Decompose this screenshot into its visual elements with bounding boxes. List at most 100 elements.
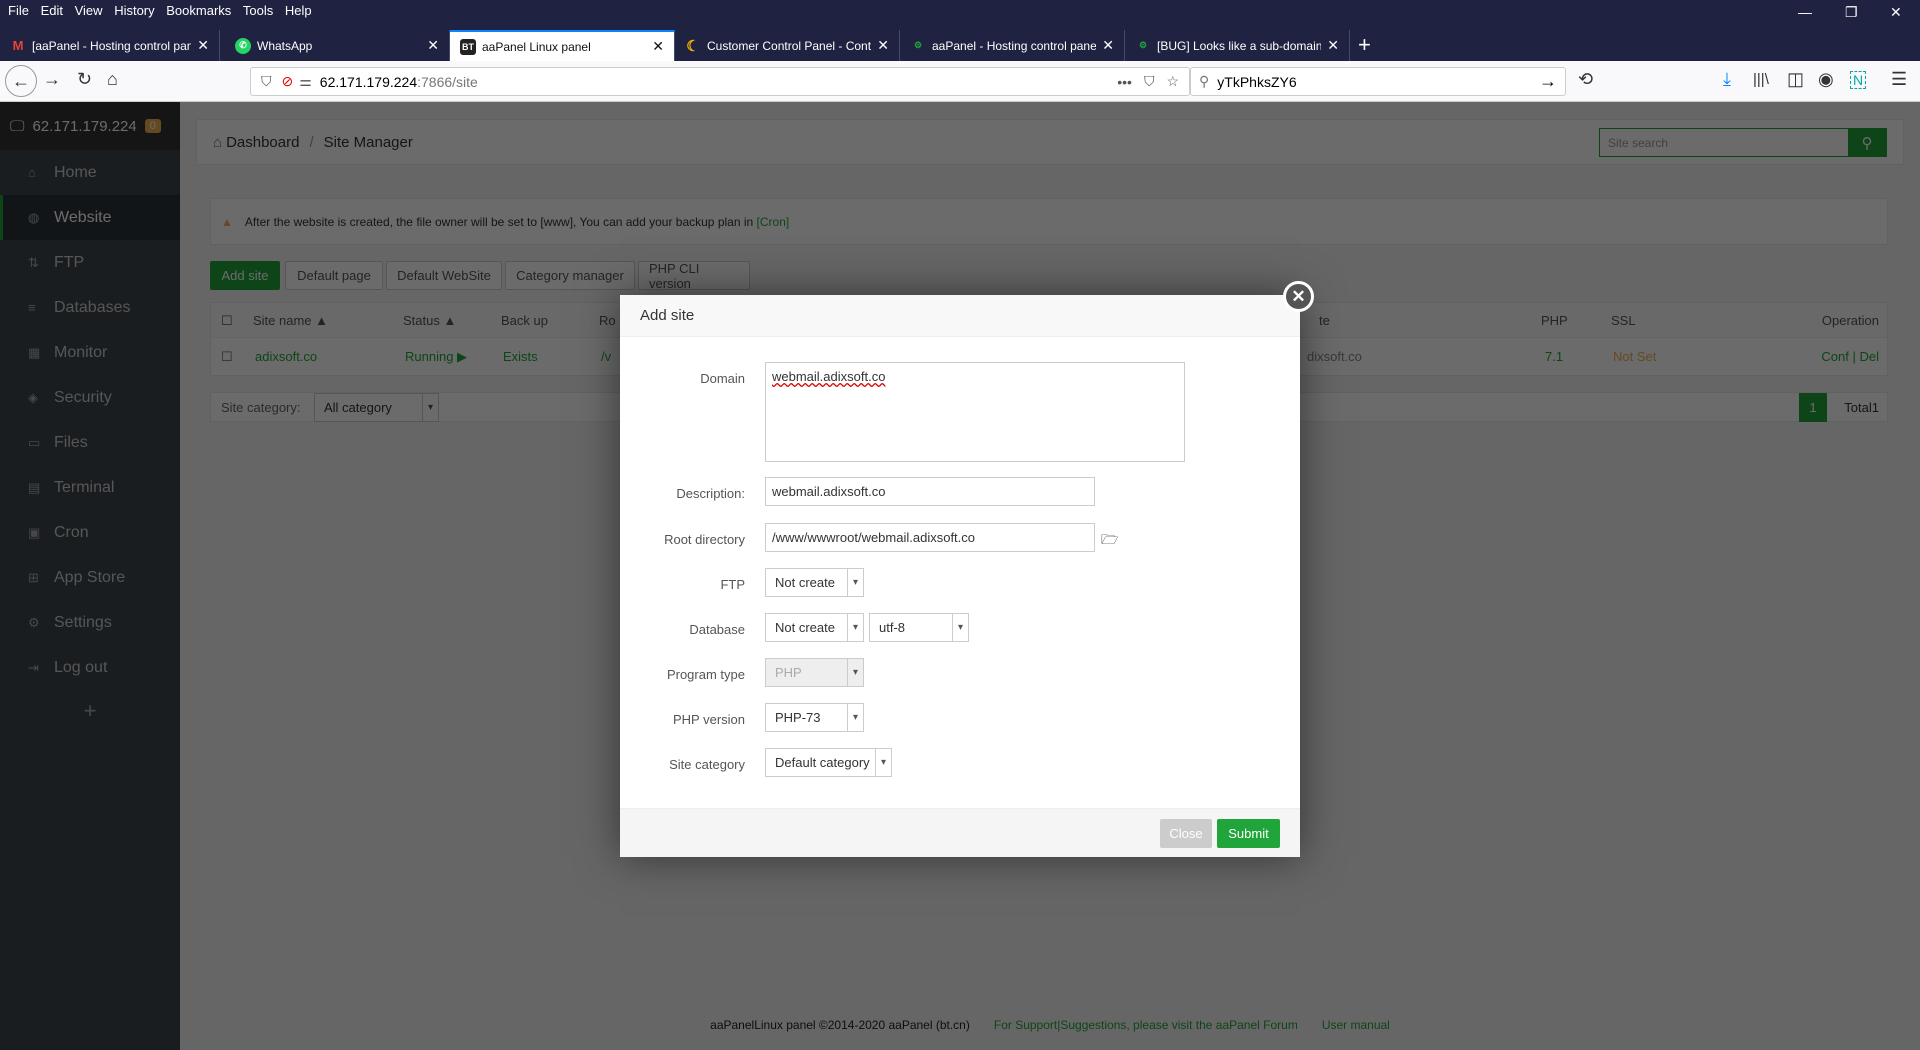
database-select[interactable]: Not create ▾ <box>765 613 864 642</box>
sidebar-item-files[interactable]: ▭ Files <box>0 420 180 465</box>
sidebar-item-ftp[interactable]: ⇅ FTP <box>0 240 180 285</box>
reload-button[interactable]: ↻ <box>77 69 92 90</box>
menu-help[interactable]: Help <box>285 3 312 18</box>
select-all-checkbox[interactable]: ☐ <box>221 303 233 338</box>
close-tab-icon[interactable]: ✕ <box>877 37 889 54</box>
submit-button[interactable]: Submit <box>1217 819 1280 848</box>
extension-icon[interactable]: N <box>1850 71 1867 89</box>
tab-gmail[interactable]: M [aaPanel - Hosting control panel ✕ <box>0 30 220 61</box>
logout-icon: ⇥ <box>28 659 39 675</box>
sidebar-item-settings[interactable]: ⚙ Settings <box>0 600 180 645</box>
home-icon: ⌂ <box>28 165 36 180</box>
sidebar-item-app-store[interactable]: ⊞ App Store <box>0 555 180 600</box>
hamburger-menu-icon[interactable]: ☰ <box>1891 69 1907 90</box>
sidebar-item-terminal[interactable]: ▤ Terminal <box>0 465 180 510</box>
sidebar-toggle-icon[interactable]: ◫ <box>1787 69 1804 90</box>
header-site-name[interactable]: Site name ▲ <box>253 303 328 338</box>
operation-links[interactable]: Conf | Del <box>1821 338 1879 376</box>
menu-edit[interactable]: Edit <box>41 3 63 18</box>
close-tab-icon[interactable]: ✕ <box>652 38 664 55</box>
tab-bug-report[interactable]: ⚙ [BUG] Looks like a sub-domain ✕ <box>1125 30 1350 61</box>
breadcrumb-dashboard[interactable]: Dashboard <box>226 134 299 151</box>
folder-open-icon[interactable]: 🗁 <box>1101 529 1118 553</box>
history-icon[interactable]: ⟲ <box>1578 69 1593 90</box>
pocket-icon[interactable]: ⛉ <box>1144 73 1155 90</box>
sidebar-item-logout[interactable]: ⇥ Log out <box>0 645 180 690</box>
tab-bar: M [aaPanel - Hosting control panel ✕ ✆ What… <box>0 30 1920 61</box>
menu-view[interactable]: View <box>75 3 103 18</box>
tab-aapanel-hosting[interactable]: ⚙ aaPanel - Hosting control panel ✕ <box>900 30 1125 61</box>
new-tab-button[interactable]: + <box>1358 32 1371 58</box>
header-status[interactable]: Status ▲ <box>403 303 456 338</box>
menu-history[interactable]: History <box>114 3 154 18</box>
tab-customer-control-panel[interactable]: ☾ Customer Control Panel - Contact ✕ <box>675 30 900 61</box>
close-button[interactable]: Close <box>1160 819 1212 848</box>
close-tab-icon[interactable]: ✕ <box>1102 37 1114 54</box>
menu-file[interactable]: File <box>8 3 29 18</box>
close-tab-icon[interactable]: ✕ <box>1327 37 1339 54</box>
site-category-filter[interactable]: All category ▾ <box>314 393 439 422</box>
more-icon[interactable]: ••• <box>1117 74 1132 90</box>
dialog-close-icon[interactable]: ✕ <box>1283 281 1314 312</box>
library-icon[interactable]: |||\ <box>1753 71 1769 88</box>
restore-button[interactable]: ❐ <box>1845 4 1858 21</box>
default-website-button[interactable]: Default WebSite <box>386 261 502 290</box>
domain-textarea[interactable]: webmail.adixsoft.co <box>765 362 1185 462</box>
sidebar: 🖵 62.171.179.224 0 ⌂ Home ◍ Website ⇅ FTP ≡ Da… <box>0 102 180 1050</box>
tab-whatsapp[interactable]: ✆ WhatsApp ✕ <box>225 30 450 61</box>
back-button[interactable]: ← <box>5 65 37 97</box>
forum-link[interactable]: For Support|Suggestions, please visit th… <box>994 1018 1298 1032</box>
search-bar[interactable]: ⚲ yTkPhksZY6 → <box>1190 67 1566 96</box>
menu-tools[interactable]: Tools <box>243 3 273 18</box>
tab-aapanel-linux[interactable]: BT aaPanel Linux panel ✕ <box>450 30 675 61</box>
add-site-button[interactable]: Add site <box>210 261 280 290</box>
apps-icon: ⊞ <box>28 569 39 585</box>
ssl-status[interactable]: Not Set <box>1613 338 1656 376</box>
globe-icon: ◍ <box>28 209 40 225</box>
download-icon[interactable]: ⤓ <box>1723 69 1731 90</box>
window-close-button[interactable]: ✕ <box>1890 4 1902 21</box>
program-type-select: PHP ▾ <box>765 658 864 687</box>
site-search-input[interactable] <box>1600 129 1848 156</box>
warning-icon: ▲ <box>221 214 233 229</box>
close-tab-icon[interactable]: ✕ <box>427 37 439 54</box>
home-button[interactable]: ⌂ <box>107 69 118 90</box>
root-link[interactable]: /v <box>601 338 611 376</box>
sidebar-item-security[interactable]: ◈ Security <box>0 375 180 420</box>
add-menu-button[interactable]: + <box>0 698 180 724</box>
bookmark-star-icon[interactable]: ☆ <box>1166 73 1179 90</box>
charset-select[interactable]: utf-8 ▾ <box>869 613 969 642</box>
account-icon[interactable]: ◉ <box>1818 69 1834 90</box>
close-tab-icon[interactable]: ✕ <box>197 37 209 54</box>
status-toggle[interactable]: Running ▶ <box>405 338 467 376</box>
notification-badge[interactable]: 0 <box>144 119 161 133</box>
sidebar-item-databases[interactable]: ≡ Databases <box>0 285 180 330</box>
default-page-button[interactable]: Default page <box>285 261 383 290</box>
forward-button[interactable]: → <box>43 69 61 90</box>
root-directory-input[interactable]: /www/wwwroot/webmail.adixsoft.co <box>765 523 1095 552</box>
cron-link[interactable]: [Cron] <box>757 215 790 229</box>
sidebar-item-home[interactable]: ⌂ Home <box>0 150 180 195</box>
php-cli-version-button[interactable]: PHP CLI version <box>638 261 750 291</box>
chevron-down-icon: ▾ <box>422 394 438 421</box>
sidebar-item-website[interactable]: ◍ Website <box>0 195 180 240</box>
menu-bookmarks[interactable]: Bookmarks <box>166 3 231 18</box>
user-manual-link[interactable]: User manual <box>1322 1018 1390 1032</box>
php-version-select[interactable]: PHP-73 ▾ <box>765 703 864 732</box>
ftp-select[interactable]: Not create ▾ <box>765 568 864 597</box>
category-manager-button[interactable]: Category manager <box>505 261 635 290</box>
description-input[interactable]: webmail.adixsoft.co <box>765 477 1095 506</box>
go-arrow-icon[interactable]: → <box>1539 71 1557 92</box>
site-name-link[interactable]: adixsoft.co <box>255 338 317 376</box>
php-version[interactable]: 7.1 <box>1545 338 1563 376</box>
chevron-down-icon: ▾ <box>952 614 968 641</box>
page-1-button[interactable]: 1 <box>1799 393 1827 422</box>
url-bar[interactable]: ⛉ ⊘ ⚌ 62.171.179.224:7866/site ••• ⛉ ☆ <box>250 67 1190 96</box>
search-button[interactable]: ⚲ <box>1848 129 1886 156</box>
site-category-select[interactable]: Default category ▾ <box>765 748 892 777</box>
sidebar-item-cron[interactable]: ▣ Cron <box>0 510 180 555</box>
minimize-button[interactable]: — <box>1798 4 1812 20</box>
sidebar-item-monitor[interactable]: ▦ Monitor <box>0 330 180 375</box>
row-checkbox[interactable]: ☐ <box>221 338 233 376</box>
backup-link[interactable]: Exists <box>503 338 538 376</box>
